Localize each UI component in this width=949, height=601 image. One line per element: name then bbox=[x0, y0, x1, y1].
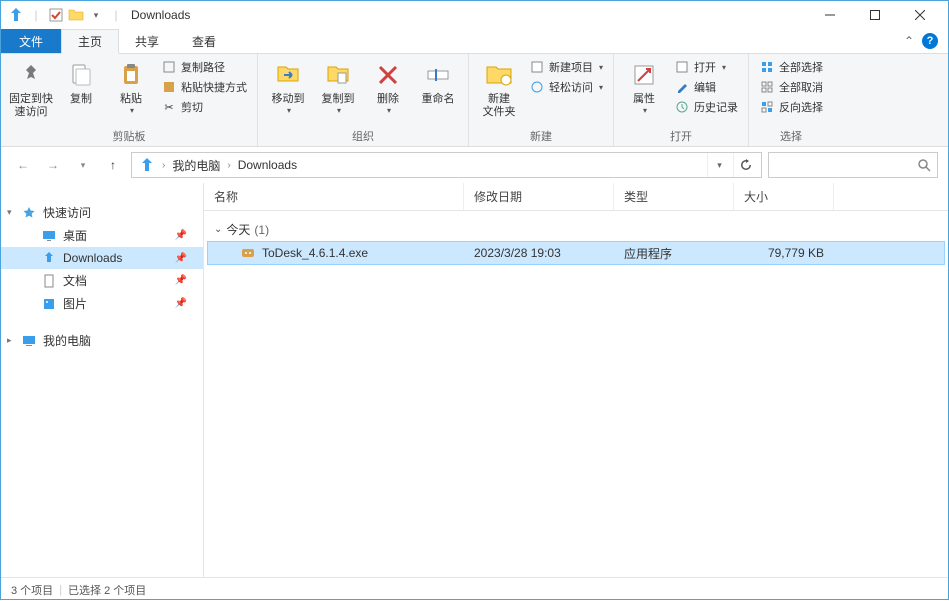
delete-button[interactable]: 删除▾ bbox=[364, 57, 412, 118]
refresh-button[interactable] bbox=[733, 153, 757, 177]
help-icon[interactable]: ? bbox=[922, 33, 938, 49]
ribbon-toggle-icon[interactable]: ⌃ bbox=[904, 34, 914, 48]
properties-button[interactable]: 属性▾ bbox=[620, 57, 668, 118]
ribbon-group-clipboard: 固定到快 速访问 复制 粘贴 ▾ 复制路径 粘贴快捷方式 ✂剪切 剪贴板 bbox=[1, 54, 258, 146]
select-none-button[interactable]: 全部取消 bbox=[755, 77, 827, 97]
tab-share[interactable]: 共享 bbox=[119, 29, 176, 53]
rename-button[interactable]: 重命名 bbox=[414, 57, 462, 108]
edit-button[interactable]: 编辑 bbox=[670, 77, 742, 97]
maximize-button[interactable] bbox=[852, 1, 897, 29]
pin-icon: 📌 bbox=[175, 230, 195, 241]
file-view: 名称 修改日期 类型 大小 ⌄ 今天 (1) ToDesk_4.6.1.4.ex… bbox=[204, 183, 948, 577]
folder-icon bbox=[67, 6, 85, 24]
sidebar: ▾ 快速访问 桌面📌 Downloads📌 文档📌 图片📌 ▸ 我的电脑 bbox=[1, 183, 204, 577]
new-folder-button[interactable]: 新建 文件夹 bbox=[475, 57, 523, 121]
sidebar-downloads[interactable]: Downloads📌 bbox=[1, 247, 203, 269]
search-input[interactable] bbox=[768, 152, 938, 178]
copy-path-button[interactable]: 复制路径 bbox=[157, 57, 251, 77]
paste-button[interactable]: 粘贴 ▾ bbox=[107, 57, 155, 118]
group-label-open: 打开 bbox=[620, 126, 742, 144]
ribbon-group-open: 属性▾ 打开▾ 编辑 历史记录 打开 bbox=[614, 54, 749, 146]
ribbon-group-select: 全部选择 全部取消 反向选择 选择 bbox=[749, 54, 833, 146]
crumb-root-icon[interactable] bbox=[136, 157, 158, 173]
chevron-down-icon[interactable]: ⌄ bbox=[214, 224, 222, 235]
move-to-button[interactable]: 移动到▾ bbox=[264, 57, 312, 118]
tab-home[interactable]: 主页 bbox=[61, 29, 119, 54]
pin-icon: 📌 bbox=[175, 253, 195, 264]
ribbon-tabs: 文件 主页 共享 查看 ⌃ ? bbox=[1, 29, 948, 54]
group-label-new: 新建 bbox=[475, 126, 607, 144]
ribbon-group-new: 新建 文件夹 新建项目▾ 轻松访问▾ 新建 bbox=[469, 54, 614, 146]
sidebar-quick-access[interactable]: ▾ 快速访问 bbox=[1, 201, 203, 224]
tab-view[interactable]: 查看 bbox=[176, 29, 233, 53]
divider-icon: | bbox=[27, 6, 45, 24]
sidebar-documents[interactable]: 文档📌 bbox=[1, 269, 203, 292]
chevron-right-icon[interactable]: › bbox=[225, 160, 232, 171]
select-all-button[interactable]: 全部选择 bbox=[755, 57, 827, 77]
file-area[interactable]: ⌄ 今天 (1) ToDesk_4.6.1.4.exe 2023/3/28 19… bbox=[204, 211, 948, 577]
group-label-clipboard: 剪贴板 bbox=[7, 126, 251, 144]
title-bar: | ▾ | Downloads bbox=[1, 1, 948, 29]
group-label-select: 选择 bbox=[755, 126, 827, 144]
invert-selection-button[interactable]: 反向选择 bbox=[755, 97, 827, 117]
file-type: 应用程序 bbox=[614, 245, 734, 262]
new-item-button[interactable]: 新建项目▾ bbox=[525, 57, 607, 77]
star-icon bbox=[21, 205, 37, 221]
close-button[interactable] bbox=[897, 1, 942, 29]
copy-button[interactable]: 复制 bbox=[57, 57, 105, 108]
dropdown-icon[interactable]: ▾ bbox=[87, 6, 105, 24]
exe-icon bbox=[240, 245, 256, 261]
main-area: ▾ 快速访问 桌面📌 Downloads📌 文档📌 图片📌 ▸ 我的电脑 bbox=[1, 183, 948, 577]
column-headers: 名称 修改日期 类型 大小 bbox=[204, 183, 948, 211]
status-selected: 已选择 2 个项目 bbox=[68, 582, 146, 598]
checkbox-icon[interactable] bbox=[47, 6, 65, 24]
download-icon bbox=[41, 250, 57, 266]
crumb-root[interactable]: 我的电脑 bbox=[169, 157, 223, 174]
open-button[interactable]: 打开▾ bbox=[670, 57, 742, 77]
pin-icon: 📌 bbox=[175, 298, 195, 309]
group-label-organize: 组织 bbox=[264, 126, 462, 144]
crumb-downloads[interactable]: Downloads bbox=[235, 158, 300, 172]
file-size: 79,779 KB bbox=[734, 246, 834, 260]
minimize-button[interactable] bbox=[807, 1, 852, 29]
cut-button[interactable]: ✂剪切 bbox=[157, 97, 251, 117]
search-icon bbox=[917, 158, 931, 172]
file-name: ToDesk_4.6.1.4.exe bbox=[262, 246, 368, 260]
desktop-icon bbox=[41, 228, 57, 244]
ribbon-group-organize: 移动到▾ 复制到▾ 删除▾ 重命名 组织 bbox=[258, 54, 469, 146]
picture-icon bbox=[41, 296, 57, 312]
history-button[interactable]: 历史记录 bbox=[670, 97, 742, 117]
ribbon: 固定到快 速访问 复制 粘贴 ▾ 复制路径 粘贴快捷方式 ✂剪切 剪贴板 bbox=[1, 54, 948, 147]
recent-locations-button[interactable]: ▾ bbox=[71, 153, 95, 177]
forward-button[interactable]: → bbox=[41, 153, 65, 177]
address-row: ← → ▾ ↑ › 我的电脑 › Downloads ▾ bbox=[1, 147, 948, 183]
paste-shortcut-button[interactable]: 粘贴快捷方式 bbox=[157, 77, 251, 97]
back-button[interactable]: ← bbox=[11, 153, 35, 177]
column-type[interactable]: 类型 bbox=[614, 183, 734, 210]
document-icon bbox=[41, 273, 57, 289]
file-tab[interactable]: 文件 bbox=[1, 29, 61, 53]
column-size[interactable]: 大小 bbox=[734, 183, 834, 210]
column-name[interactable]: 名称 bbox=[204, 183, 464, 210]
sidebar-desktop[interactable]: 桌面📌 bbox=[1, 224, 203, 247]
copy-to-button[interactable]: 复制到▾ bbox=[314, 57, 362, 118]
status-bar: 3 个项目 | 已选择 2 个项目 bbox=[1, 577, 948, 601]
pin-icon: 📌 bbox=[175, 275, 195, 286]
computer-icon bbox=[21, 333, 37, 349]
file-row[interactable]: ToDesk_4.6.1.4.exe 2023/3/28 19:03 应用程序 … bbox=[208, 242, 944, 264]
window-title: Downloads bbox=[131, 8, 190, 22]
group-today[interactable]: ⌄ 今天 (1) bbox=[204, 217, 948, 242]
sidebar-pictures[interactable]: 图片📌 bbox=[1, 292, 203, 315]
chevron-right-icon[interactable]: › bbox=[160, 160, 167, 171]
app-icon bbox=[7, 6, 25, 24]
column-date[interactable]: 修改日期 bbox=[464, 183, 614, 210]
file-date: 2023/3/28 19:03 bbox=[464, 246, 614, 260]
address-dropdown-button[interactable]: ▾ bbox=[707, 153, 731, 177]
up-button[interactable]: ↑ bbox=[101, 153, 125, 177]
status-items: 3 个项目 bbox=[11, 582, 53, 598]
address-bar[interactable]: › 我的电脑 › Downloads ▾ bbox=[131, 152, 762, 178]
pin-quick-access-button[interactable]: 固定到快 速访问 bbox=[7, 57, 55, 121]
sidebar-this-pc[interactable]: ▸ 我的电脑 bbox=[1, 329, 203, 352]
easy-access-button[interactable]: 轻松访问▾ bbox=[525, 77, 607, 97]
